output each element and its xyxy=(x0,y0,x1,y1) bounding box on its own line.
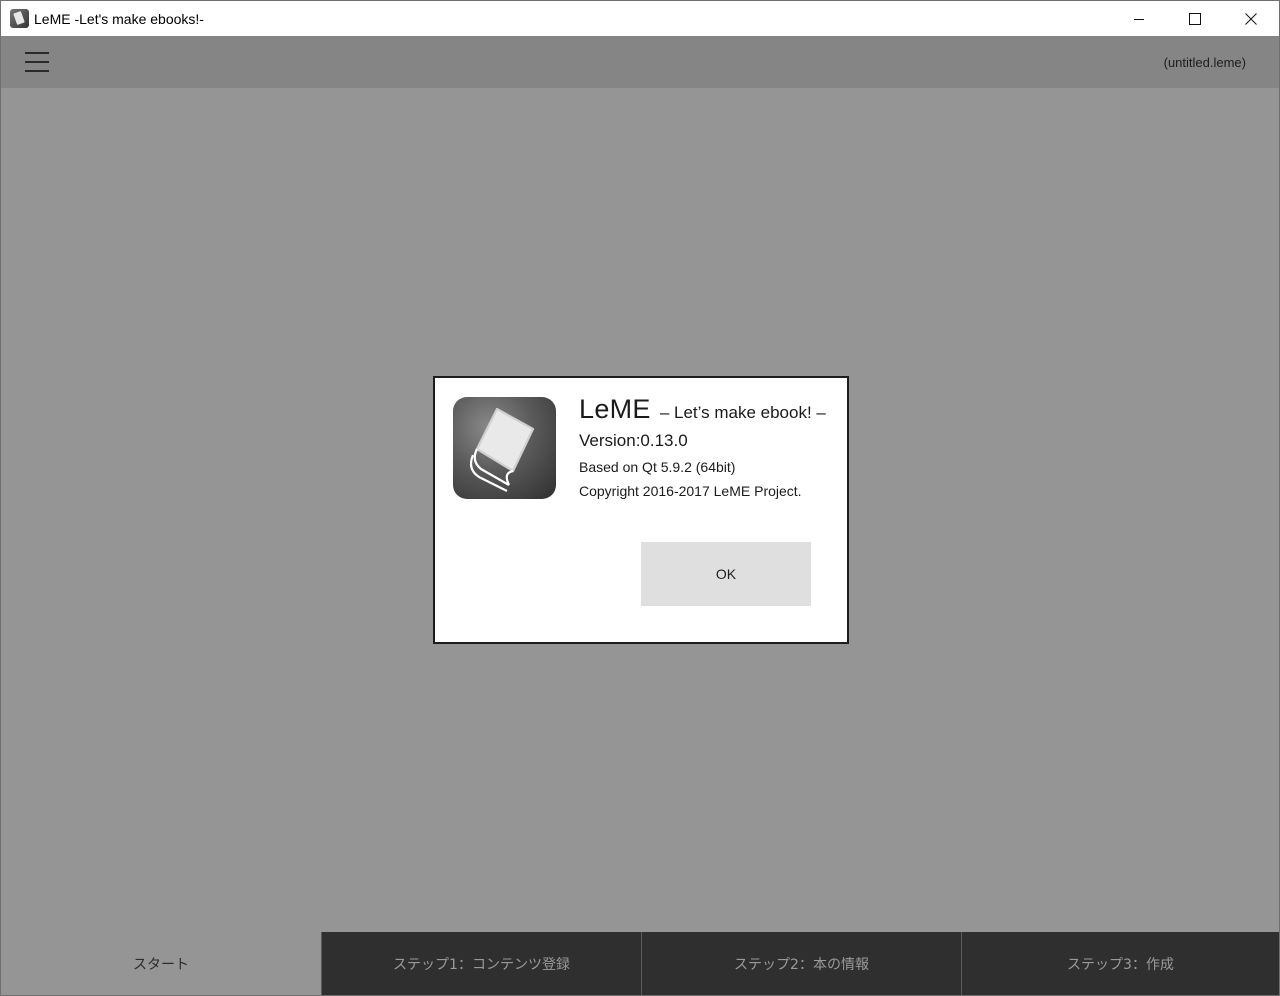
maximize-icon xyxy=(1189,12,1201,25)
window-title: LeME -Let's make ebooks!- xyxy=(34,10,204,27)
tab-start[interactable]: スタート xyxy=(1,932,321,995)
about-dialog: LeME – Let’s make ebook! – Version:0.13.… xyxy=(433,376,849,644)
version-label: Version:0.13.0 xyxy=(579,431,688,450)
hamburger-menu-icon[interactable] xyxy=(25,52,49,72)
about-title: LeME – Let’s make ebook! – xyxy=(579,394,826,425)
app-window: LeME -Let's make ebooks!- (untitled.leme… xyxy=(0,0,1280,996)
app-icon xyxy=(10,9,29,28)
minimize-icon xyxy=(1134,18,1144,20)
close-icon xyxy=(1245,12,1257,25)
app-toolbar: (untitled.leme) xyxy=(1,36,1279,88)
title-bar[interactable]: LeME -Let's make ebooks!- xyxy=(1,1,1279,36)
file-name-label: (untitled.leme) xyxy=(1163,55,1246,70)
book-icon xyxy=(453,397,556,499)
step-tabs: スタート ステップ1：コンテンツ登録 ステップ2：本の情報 ステップ3：作成 xyxy=(1,932,1279,995)
maximize-button[interactable] xyxy=(1167,1,1223,36)
ok-button[interactable]: OK xyxy=(641,542,811,606)
tab-step2-book-info[interactable]: ステップ2：本の情報 xyxy=(641,932,961,995)
tab-step3-create[interactable]: ステップ3：作成 xyxy=(961,932,1279,995)
close-button[interactable] xyxy=(1223,1,1279,36)
qt-info-label: Based on Qt 5.9.2 (64bit) xyxy=(579,459,736,475)
minimize-button[interactable] xyxy=(1111,1,1167,36)
copyright-label: Copyright 2016-2017 LeME Project. xyxy=(579,483,802,499)
window-controls xyxy=(1111,1,1279,36)
app-tagline: – Let’s make ebook! – xyxy=(659,403,826,422)
app-name: LeME xyxy=(579,394,651,424)
tab-step1-content[interactable]: ステップ1：コンテンツ登録 xyxy=(321,932,641,995)
